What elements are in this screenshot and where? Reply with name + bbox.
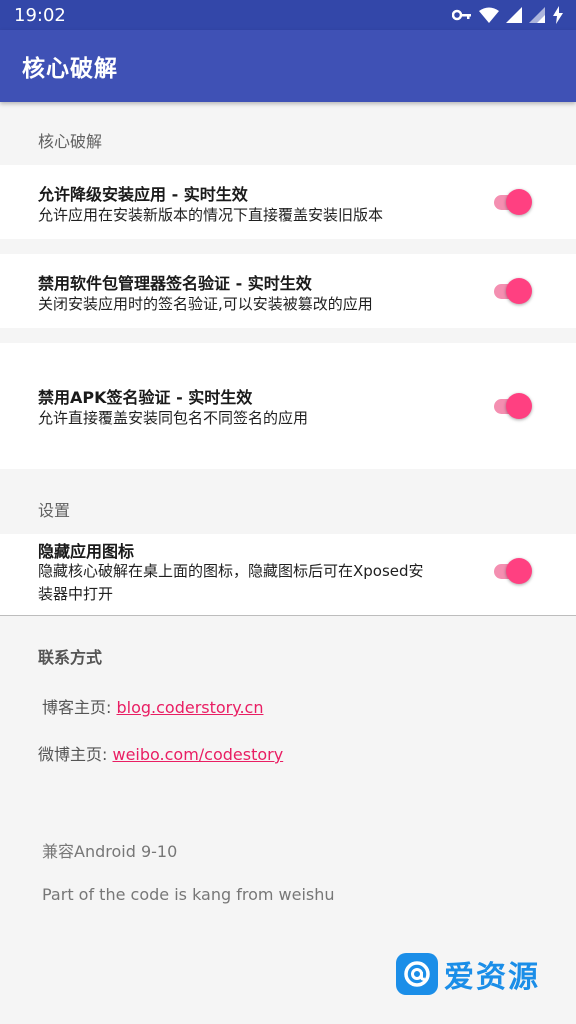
signal-icon (506, 7, 522, 23)
blog-link[interactable]: blog.coderstory.cn (116, 698, 263, 717)
switch-thumb (506, 558, 532, 584)
wifi-icon (479, 7, 499, 23)
pref-summary: 允许应用在安装新版本的情况下直接覆盖安装旧版本 (38, 206, 384, 224)
contact-header: 联系方式 (38, 648, 103, 667)
pref-title: 隐藏应用图标 (38, 542, 135, 561)
pref-disable-apk-signature[interactable]: 禁用APK签名验证 - 实时生效 允许直接覆盖安装同包名不同签名的应用 (0, 343, 576, 469)
pref-allow-downgrade[interactable]: 允许降级安装应用 - 实时生效 允许应用在安装新版本的情况下直接覆盖安装旧版本 (0, 165, 576, 239)
pref-title: 允许降级安装应用 - 实时生效 (38, 185, 248, 204)
at-sign-icon (396, 953, 438, 995)
key-icon (452, 9, 472, 21)
weibo-link[interactable]: weibo.com/codestory (112, 745, 283, 764)
pm-signature-switch[interactable] (492, 276, 536, 306)
downgrade-switch[interactable] (492, 187, 536, 217)
switch-thumb (506, 278, 532, 304)
pref-hide-icon[interactable]: 隐藏应用图标 隐藏核心破解在桌上面的图标，隐藏图标后可在Xposed安 装器中打… (0, 534, 576, 615)
watermark-text: 爱资源 (444, 960, 540, 995)
pref-summary: 允许直接覆盖安装同包名不同签名的应用 (38, 409, 309, 427)
status-time: 19:02 (14, 4, 66, 26)
section-header-settings: 设置 (38, 501, 71, 520)
divider (0, 615, 576, 616)
pref-title: 禁用APK签名验证 - 实时生效 (38, 388, 253, 407)
app-title: 核心破解 (22, 56, 118, 82)
switch-thumb (506, 189, 532, 215)
weibo-label: 微博主页: (38, 745, 113, 764)
pref-summary-line2: 装器中打开 (38, 585, 114, 603)
blog-row: 博客主页: blog.coderstory.cn (42, 694, 263, 718)
section-header-core: 核心破解 (38, 132, 103, 151)
switch-thumb (506, 393, 532, 419)
battery-charging-icon (552, 6, 564, 24)
credit-text: Part of the code is kang from weishu (42, 885, 335, 904)
app-bar: 核心破解 (0, 30, 576, 102)
blog-label: 博客主页: (42, 698, 117, 717)
status-bar: 19:02 (0, 0, 576, 30)
pref-summary-line1: 隐藏核心破解在桌上面的图标，隐藏图标后可在Xposed安 (38, 562, 424, 580)
weibo-row: 微博主页: weibo.com/codestory (38, 741, 283, 765)
hide-icon-switch[interactable] (492, 556, 536, 586)
signal-2-icon (529, 7, 545, 23)
compat-text: 兼容Android 9-10 (42, 842, 178, 861)
apk-signature-switch[interactable] (492, 391, 536, 421)
pref-summary: 关闭安装应用时的签名验证,可以安装被篡改的应用 (38, 295, 373, 313)
pref-title: 禁用软件包管理器签名验证 - 实时生效 (38, 274, 312, 293)
watermark-logo: 爱资源 (396, 952, 540, 996)
status-icons (452, 6, 564, 24)
pref-disable-pm-signature[interactable]: 禁用软件包管理器签名验证 - 实时生效 关闭安装应用时的签名验证,可以安装被篡改… (0, 254, 576, 328)
